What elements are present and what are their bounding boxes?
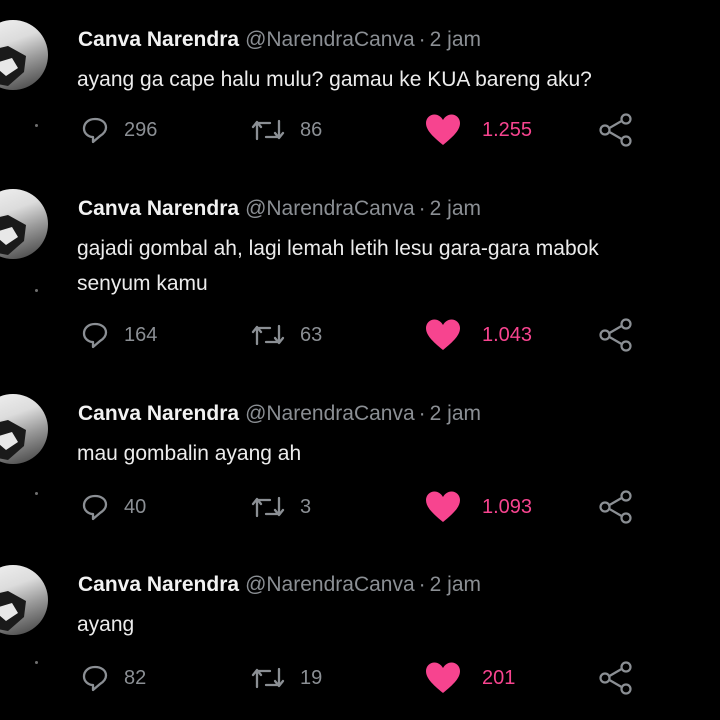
avatar[interactable] <box>0 20 48 90</box>
user-handle[interactable]: @NarendraCanva <box>245 28 415 51</box>
display-name[interactable]: Canva Narendra <box>78 197 239 220</box>
tweet-header: Canva Narendra @NarendraCanva · 2 jam <box>78 197 481 221</box>
like-count: 1.043 <box>482 323 533 346</box>
timestamp[interactable]: 2 jam <box>430 402 481 425</box>
reply-count: 40 <box>124 495 147 518</box>
tweet-text-line: senyum kamu <box>77 272 208 295</box>
tweet-text: ayang <box>77 607 720 642</box>
tweet-header: Canva Narendra @NarendraCanva · 2 jam <box>78 28 481 52</box>
display-name[interactable]: Canva Narendra <box>78 28 239 51</box>
retweet-button[interactable]: 63 <box>250 315 322 355</box>
share-button[interactable] <box>598 315 634 355</box>
tweet-text-line: ayang ga cape halu mulu? gamau ke KUA ba… <box>77 68 592 91</box>
avatar[interactable] <box>0 189 48 259</box>
like-count: 1.093 <box>482 495 533 518</box>
reply-icon <box>82 494 108 521</box>
retweet-icon <box>251 324 285 346</box>
share-button[interactable] <box>598 110 634 150</box>
reply-icon <box>82 665 108 692</box>
heart-icon <box>426 114 460 145</box>
display-name[interactable]: Canva Narendra <box>78 402 239 425</box>
separator-dot: · <box>418 402 426 425</box>
retweet-count: 86 <box>300 118 323 141</box>
tweet-text: gajadi gombal ah, lagi lemah letih lesu … <box>77 231 720 301</box>
share-icon <box>599 490 632 524</box>
like-button[interactable]: 1.093 <box>424 487 532 527</box>
like-button[interactable]: 201 <box>424 658 515 698</box>
retweet-button[interactable]: 3 <box>250 487 311 527</box>
retweet-icon <box>251 119 285 141</box>
tweet-text-line: ayang <box>77 613 135 636</box>
retweet-button[interactable]: 86 <box>250 110 322 150</box>
timestamp[interactable]: 2 jam <box>430 197 481 220</box>
share-icon <box>599 113 632 147</box>
share-icon <box>599 318 632 352</box>
like-button[interactable]: 1.255 <box>424 110 532 150</box>
like-count: 1.255 <box>482 118 533 141</box>
tweet-actions: 40 3 1.093 <box>0 487 720 527</box>
like-button[interactable]: 1.043 <box>424 315 532 355</box>
reply-icon <box>82 117 108 144</box>
reply-count: 164 <box>124 323 158 346</box>
heart-icon <box>426 662 460 693</box>
separator-dot: · <box>418 573 426 596</box>
tweet-actions: 82 19 201 <box>0 658 720 698</box>
share-button[interactable] <box>598 658 634 698</box>
reply-count: 82 <box>124 666 147 689</box>
retweet-icon <box>251 496 285 518</box>
user-handle[interactable]: @NarendraCanva <box>245 402 415 425</box>
tweet-text: mau gombalin ayang ah <box>77 436 720 471</box>
tweet-header: Canva Narendra @NarendraCanva · 2 jam <box>78 573 481 597</box>
tweet-actions: 164 63 1.043 <box>0 315 720 355</box>
retweet-count: 63 <box>300 323 323 346</box>
retweet-count: 3 <box>300 495 312 518</box>
tweet-actions: 296 86 1.255 <box>0 110 720 150</box>
tweet-header: Canva Narendra @NarendraCanva · 2 jam <box>78 402 481 426</box>
timestamp[interactable]: 2 jam <box>430 28 481 51</box>
tweet-text-line: mau gombalin ayang ah <box>77 442 302 465</box>
heart-icon <box>426 491 460 522</box>
reply-button[interactable]: 40 <box>80 487 146 527</box>
avatar[interactable] <box>0 565 48 635</box>
user-handle[interactable]: @NarendraCanva <box>245 197 415 220</box>
reply-icon <box>82 322 108 349</box>
tweet-text: ayang ga cape halu mulu? gamau ke KUA ba… <box>77 62 720 97</box>
tweet-text-line: gajadi gombal ah, lagi lemah letih lesu … <box>77 237 599 260</box>
heart-icon <box>426 319 460 350</box>
timestamp[interactable]: 2 jam <box>430 573 481 596</box>
share-button[interactable] <box>598 487 634 527</box>
display-name[interactable]: Canva Narendra <box>78 573 239 596</box>
reply-button[interactable]: 296 <box>80 110 157 150</box>
retweet-icon <box>251 667 285 689</box>
avatar[interactable] <box>0 394 48 464</box>
reply-count: 296 <box>124 118 158 141</box>
thread-dot <box>35 289 38 292</box>
retweet-button[interactable]: 19 <box>250 658 322 698</box>
separator-dot: · <box>418 28 426 51</box>
separator-dot: · <box>418 197 426 220</box>
reply-button[interactable]: 82 <box>80 658 146 698</box>
reply-button[interactable]: 164 <box>80 315 157 355</box>
share-icon <box>599 661 632 695</box>
like-count: 201 <box>482 666 516 689</box>
user-handle[interactable]: @NarendraCanva <box>245 573 415 596</box>
retweet-count: 19 <box>300 666 323 689</box>
